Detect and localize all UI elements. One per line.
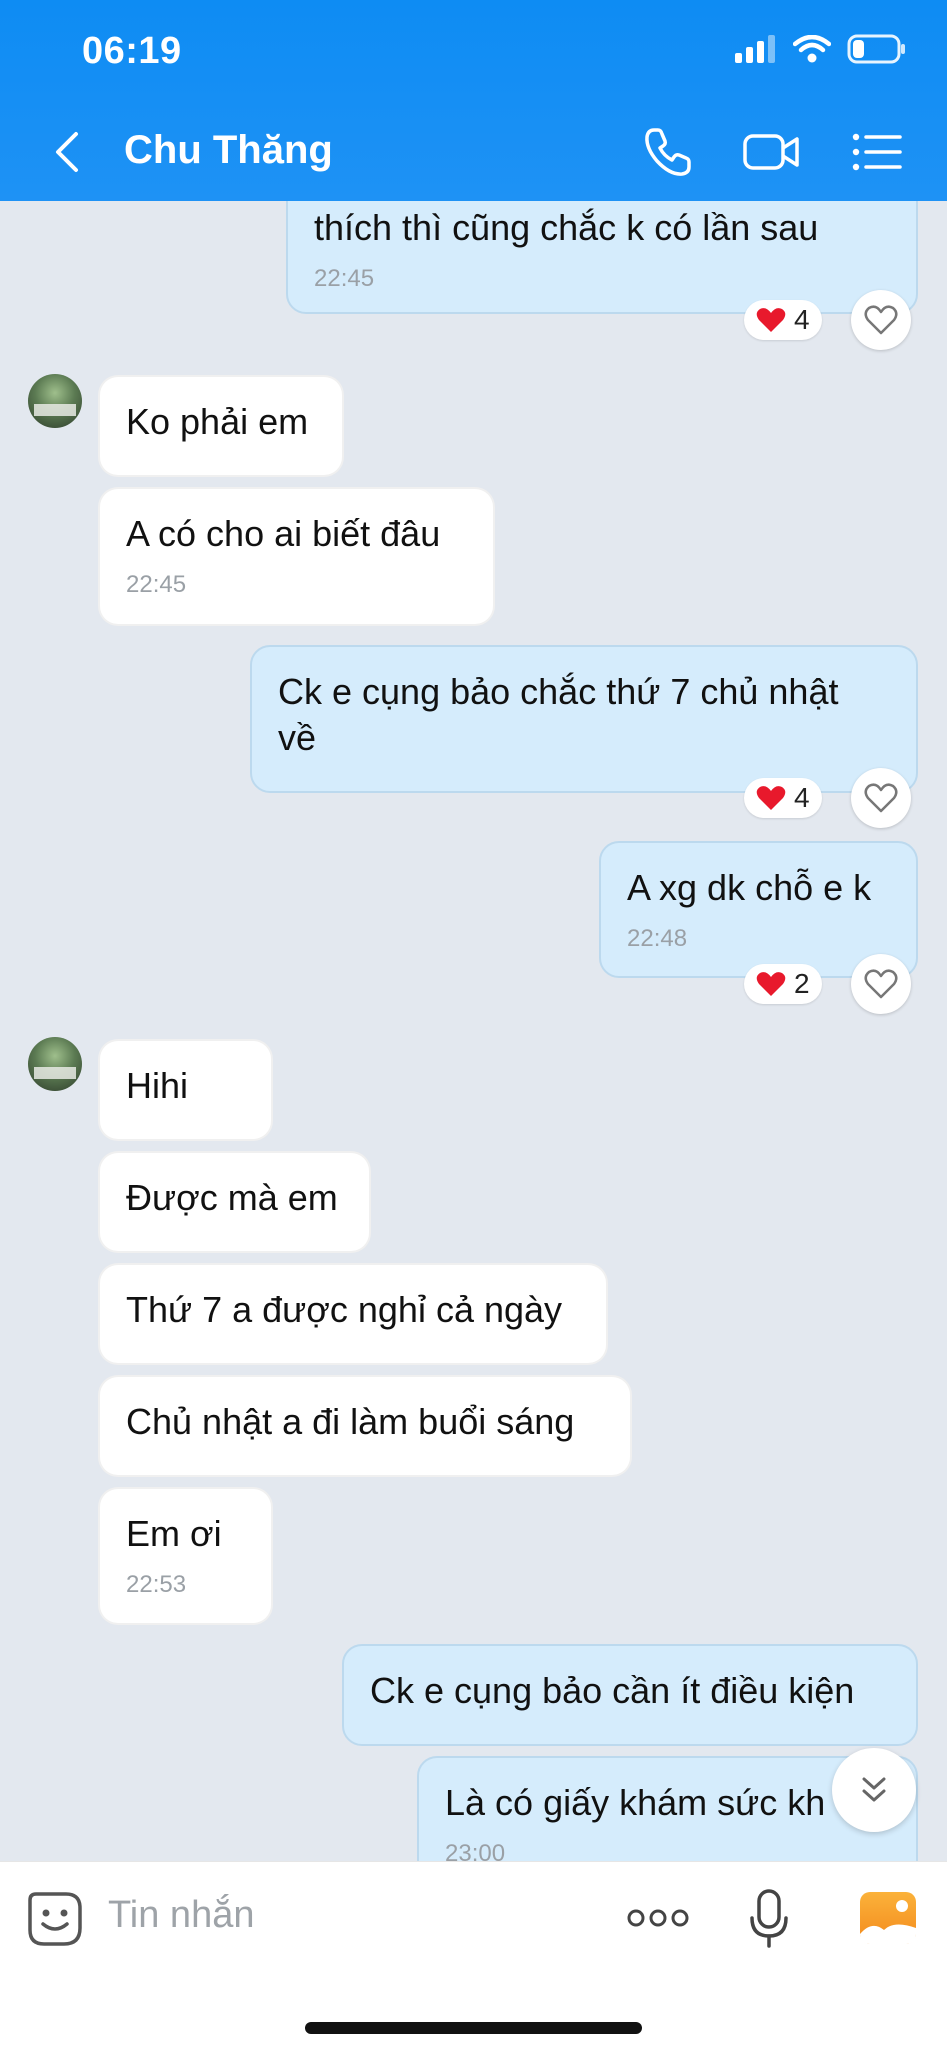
chat-header: 06:19 Chu Thăng — [0, 0, 947, 201]
wifi-icon — [793, 35, 831, 63]
message-text: Ck e cụng bảo chắc thứ 7 chủ nhật về — [278, 671, 839, 758]
message-list[interactable]: thích thì cũng chắc k có lần sau 22:45 4… — [0, 201, 947, 1861]
microphone-icon[interactable] — [748, 1888, 790, 1950]
message-bubble-outgoing[interactable]: thích thì cũng chắc k có lần sau 22:45 — [286, 201, 918, 314]
message-input[interactable]: Tin nhắn — [108, 1894, 254, 1937]
react-button[interactable] — [851, 290, 911, 350]
message-bubble-incoming[interactable]: Được mà em — [98, 1151, 371, 1253]
message-input-bar: Tin nhắn — [0, 1861, 947, 2049]
message-bubble-incoming[interactable]: Ko phải em — [98, 375, 344, 477]
image-gallery-icon[interactable] — [858, 1890, 918, 1946]
signal-icon — [735, 35, 775, 63]
contact-name[interactable]: Chu Thăng — [124, 128, 333, 173]
reaction-badge[interactable]: 4 — [744, 778, 822, 818]
message-time: 23:00 — [445, 1840, 506, 1861]
message-text: Ck e cụng bảo cần ít điều kiện — [370, 1670, 855, 1711]
message-bubble-outgoing[interactable]: Ck e cụng bảo chắc thứ 7 chủ nhật về — [250, 645, 918, 793]
message-bubble-outgoing[interactable]: Ck e cụng bảo cần ít điều kiện — [342, 1644, 918, 1746]
reaction-count: 4 — [794, 782, 810, 813]
menu-list-icon[interactable] — [850, 124, 906, 180]
heart-outline-icon — [864, 969, 898, 999]
message-time: 22:45 — [126, 571, 187, 598]
message-text: A có cho ai biết đâu — [126, 513, 441, 554]
more-options-icon[interactable] — [626, 1906, 690, 1930]
phone-call-icon[interactable] — [640, 124, 696, 180]
scroll-to-bottom-button[interactable] — [832, 1748, 916, 1832]
back-arrow-icon[interactable] — [48, 128, 88, 176]
battery-icon — [847, 34, 905, 64]
heart-outline-icon — [864, 783, 898, 813]
heart-outline-icon — [864, 305, 898, 335]
heart-reaction-icon — [756, 308, 786, 332]
message-text: Là có giấy khám sức kh — [445, 1782, 826, 1823]
reaction-count: 4 — [794, 304, 810, 335]
message-bubble-incoming[interactable]: Hihi — [98, 1039, 273, 1141]
reaction-count: 2 — [794, 968, 810, 999]
message-time: 22:48 — [627, 925, 688, 952]
message-bubble-incoming[interactable]: Em ơi 22:53 — [98, 1487, 273, 1625]
message-bubble-incoming[interactable]: Chủ nhật a đi làm buổi sáng — [98, 1375, 632, 1477]
message-text: Được mà em — [126, 1177, 338, 1218]
message-text: A xg dk chỗ e k — [627, 867, 872, 908]
message-time: 22:45 — [314, 265, 375, 292]
video-call-icon[interactable] — [742, 124, 802, 180]
contact-avatar[interactable] — [28, 374, 82, 428]
status-icons — [733, 34, 907, 64]
status-time: 06:19 — [82, 30, 182, 72]
double-chevron-down-icon — [862, 1777, 886, 1802]
message-text: Chủ nhật a đi làm buổi sáng — [126, 1401, 575, 1442]
message-text: Ko phải em — [126, 401, 309, 442]
sticker-emoji-icon[interactable] — [26, 1890, 84, 1948]
react-button[interactable] — [851, 954, 911, 1014]
react-button[interactable] — [851, 768, 911, 828]
heart-reaction-icon — [756, 972, 786, 996]
message-bubble-incoming[interactable]: Thứ 7 a được nghỉ cả ngày — [98, 1263, 608, 1365]
message-time: 22:53 — [126, 1571, 187, 1598]
message-bubble-incoming[interactable]: A có cho ai biết đâu 22:45 — [98, 487, 495, 626]
message-text: Em ơi — [126, 1513, 222, 1554]
message-text: thích thì cũng chắc k có lần sau — [314, 207, 819, 248]
heart-reaction-icon — [756, 786, 786, 810]
reaction-badge[interactable]: 2 — [744, 964, 822, 1004]
reaction-badge[interactable]: 4 — [744, 300, 822, 340]
message-text: Hihi — [126, 1065, 189, 1106]
home-indicator — [305, 2022, 642, 2034]
contact-avatar[interactable] — [28, 1037, 82, 1091]
message-text: Thứ 7 a được nghỉ cả ngày — [126, 1289, 563, 1330]
